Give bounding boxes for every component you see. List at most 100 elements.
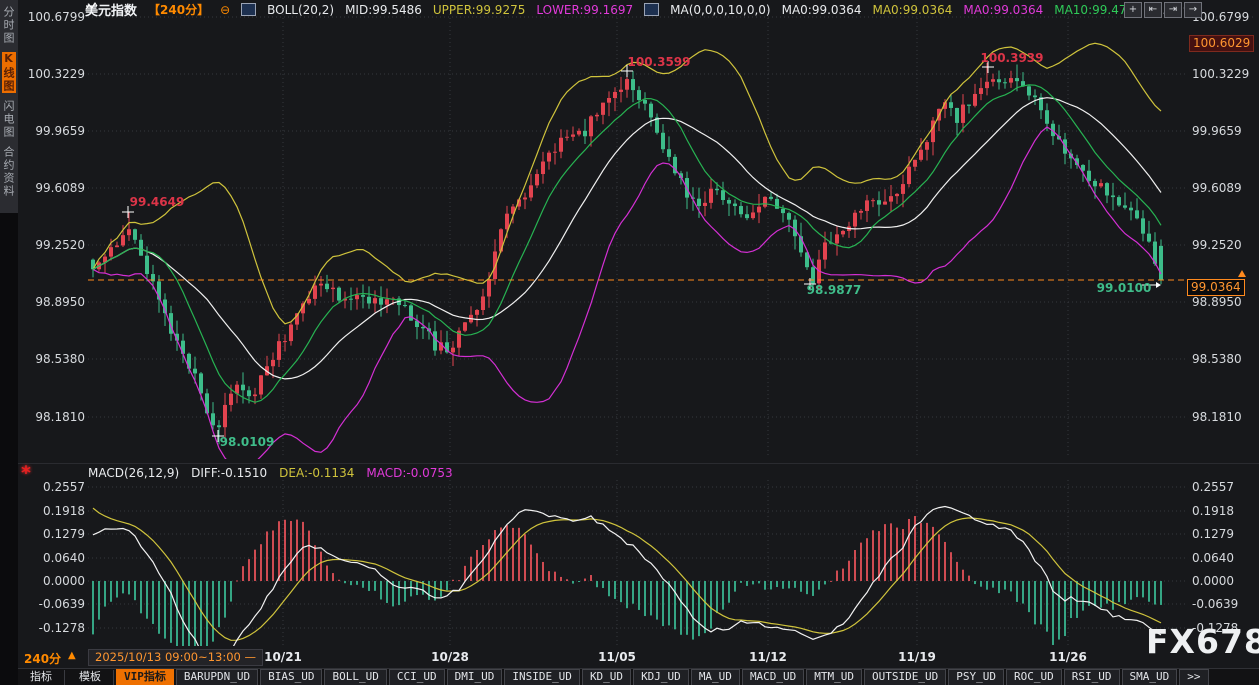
boll-chart-icon[interactable]: [241, 3, 256, 16]
x-axis-date-label: 10/28: [431, 650, 469, 664]
x-axis-date-label: 11/26: [1049, 650, 1087, 664]
x-axis-date-label: 11/05: [598, 650, 636, 664]
align-left-icon[interactable]: ⇤: [1144, 2, 1162, 18]
sidebar-item-合约资料[interactable]: 合约资料: [2, 146, 16, 198]
macd-axis-label-left: 0.1918: [26, 504, 85, 518]
macd-axis-label-right: 0.0640: [1192, 551, 1234, 565]
macd-axis-label-left: -0.1278: [26, 621, 85, 635]
indicator-toolbar: 指标模板VIP指标BARUPDN_UDBIAS_UDBOLL_UDCCI_UDD…: [18, 668, 1259, 685]
boll-lower-value: LOWER:99.1697: [536, 3, 633, 17]
x-axis-date-label: 11/12: [749, 650, 787, 664]
sidebar-item-group: 分时图 K线图闪电图合约资料: [0, 0, 18, 213]
price-annotation-98.9877: 98.9877: [807, 283, 862, 297]
price-axis-label-left: 99.2520: [26, 238, 85, 252]
toolbar-tab-MTM_UD[interactable]: MTM_UD: [806, 669, 862, 685]
price-axis-label-left: 98.5380: [26, 352, 85, 366]
x-axis-date-label: 11/19: [898, 650, 936, 664]
macd-dea-value: DEA:-0.1134: [279, 466, 354, 480]
x-axis-date-label: 10/21: [264, 650, 302, 664]
panel-divider: [18, 463, 1259, 464]
shift-right-icon[interactable]: →: [1184, 2, 1202, 18]
chart-canvas[interactable]: [0, 0, 1259, 685]
toolbar-tab-SMA_UD[interactable]: SMA_UD: [1122, 669, 1178, 685]
price-axis-label-right: 98.5380: [1192, 352, 1242, 366]
macd-axis-label-left: 0.2557: [26, 480, 85, 494]
chart-application-window: 分时图 K线图闪电图合约资料 美元指数 【240分】 ⊖ BOLL(20,2) M…: [0, 0, 1259, 685]
toolbar-tab-MACD_UD[interactable]: MACD_UD: [742, 669, 804, 685]
session-high-price-box: 100.6029: [1189, 35, 1254, 52]
ma0-value-1: MA0:99.0364: [782, 3, 862, 17]
toolbar-tab-MA_UD[interactable]: MA_UD: [691, 669, 740, 685]
fx678-watermark: FX678: [1146, 622, 1259, 661]
price-axis-label-left: 99.9659: [26, 124, 85, 138]
price-axis-label-right: 98.1810: [1192, 410, 1242, 424]
period-label: 【240分】: [148, 1, 209, 18]
price-axis-label-right: 100.3229: [1192, 67, 1249, 81]
timeframe-up-arrow-icon[interactable]: ▲: [68, 650, 76, 661]
sidebar-item-分时图[interactable]: 分时图: [2, 6, 16, 45]
ma-chart-icon[interactable]: [644, 3, 659, 16]
toolbar-tab-INSIDE_UD[interactable]: INSIDE_UD: [504, 669, 580, 685]
bar-datetime-range: 2025/10/13 09:00~13:00 —: [88, 649, 263, 666]
align-right-icon[interactable]: ⇥: [1164, 2, 1182, 18]
macd-axis-label-right: 0.0000: [1192, 574, 1234, 588]
toolbar-tab-RSI_UD[interactable]: RSI_UD: [1064, 669, 1120, 685]
ma-params-label: MA(0,0,0,10,0,0): [670, 3, 770, 17]
price-axis-label-left: 100.6799: [26, 10, 85, 24]
price-annotation-98.0109: 98.0109: [220, 435, 275, 449]
toolbar-tab-CCI_UD[interactable]: CCI_UD: [389, 669, 445, 685]
macd-axis-label-right: 0.2557: [1192, 480, 1234, 494]
chart-tool-button-group: +⇤⇥→: [1124, 2, 1202, 18]
macd-diff-value: DIFF:-0.1510: [191, 466, 267, 480]
price-annotation-100.3599: 100.3599: [627, 55, 690, 69]
toolbar-tab-BOLL_UD[interactable]: BOLL_UD: [324, 669, 386, 685]
price-axis-label-left: 98.8950: [26, 295, 85, 309]
price-annotation-100.3939: 100.3939: [980, 51, 1043, 65]
macd-legend-bar: MACD(26,12,9) DIFF:-0.1510 DEA:-0.1134 M…: [88, 466, 453, 480]
price-axis-label-left: 98.1810: [26, 410, 85, 424]
macd-macd-value: MACD:-0.0753: [366, 466, 452, 480]
price-axis-label-left: 99.6089: [26, 181, 85, 195]
macd-axis-label-right: 0.1918: [1192, 504, 1234, 518]
alert-star-icon[interactable]: *: [21, 462, 31, 484]
left-sidebar: 分时图 K线图闪电图合约资料: [0, 0, 18, 685]
toolbar-tab-ROC_UD[interactable]: ROC_UD: [1006, 669, 1062, 685]
last-price-box: 99.0364: [1187, 279, 1245, 296]
macd-axis-label-left: 0.1279: [26, 527, 85, 541]
collapse-icon[interactable]: ⊖: [220, 3, 230, 17]
indicator-legend-bar: 美元指数 【240分】 ⊖ BOLL(20,2) MID:99.5486 UPP…: [85, 1, 1191, 18]
macd-axis-label-right: 0.1279: [1192, 527, 1234, 541]
price-axis-label-right: 99.2520: [1192, 238, 1242, 252]
toolbar-tab-KD_UD[interactable]: KD_UD: [582, 669, 631, 685]
pan-icon[interactable]: +: [1124, 2, 1142, 18]
price-axis-label-right: 98.8950: [1192, 295, 1242, 309]
toolbar-tab-指标[interactable]: 指标: [18, 670, 65, 685]
ma0-value-3: MA0:99.0364: [963, 3, 1043, 17]
boll-upper-value: UPPER:99.9275: [433, 3, 525, 17]
toolbar-tab-VIP指标[interactable]: VIP指标: [116, 669, 174, 685]
toolbar-tab-PSY_UD[interactable]: PSY_UD: [948, 669, 1004, 685]
ma0-value-2: MA0:99.0364: [872, 3, 952, 17]
toolbar-tab-OUTSIDE_UD[interactable]: OUTSIDE_UD: [864, 669, 946, 685]
toolbar-tab->>[interactable]: >>: [1179, 669, 1208, 685]
boll-mid-value: MID:99.5486: [345, 3, 422, 17]
toolbar-tab-BIAS_UD[interactable]: BIAS_UD: [260, 669, 322, 685]
boll-params-label: BOLL(20,2): [267, 3, 334, 17]
sidebar-item-闪电图[interactable]: 闪电图: [2, 100, 16, 139]
macd-axis-label-right: -0.0639: [1192, 597, 1238, 611]
macd-params-label: MACD(26,12,9): [88, 466, 179, 480]
macd-axis-label-left: 0.0640: [26, 551, 85, 565]
toolbar-tab-DMI_UD[interactable]: DMI_UD: [447, 669, 503, 685]
sidebar-item-K线图[interactable]: K线图: [2, 52, 16, 93]
price-axis-label-left: 100.3229: [26, 67, 85, 81]
price-axis-label-right: 99.9659: [1192, 124, 1242, 138]
toolbar-tab-模板[interactable]: 模板: [67, 670, 114, 685]
price-axis-label-right: 99.6089: [1192, 181, 1242, 195]
toolbar-tab-KDJ_UD[interactable]: KDJ_UD: [633, 669, 689, 685]
price-annotation-99.0100: 99.0100: [1097, 281, 1152, 295]
macd-axis-label-left: -0.0639: [26, 597, 85, 611]
timeframe-label[interactable]: 240分: [24, 650, 61, 667]
price-annotation-99.4649: 99.4649: [130, 195, 185, 209]
macd-axis-label-left: 0.0000: [26, 574, 85, 588]
toolbar-tab-BARUPDN_UD[interactable]: BARUPDN_UD: [176, 669, 258, 685]
